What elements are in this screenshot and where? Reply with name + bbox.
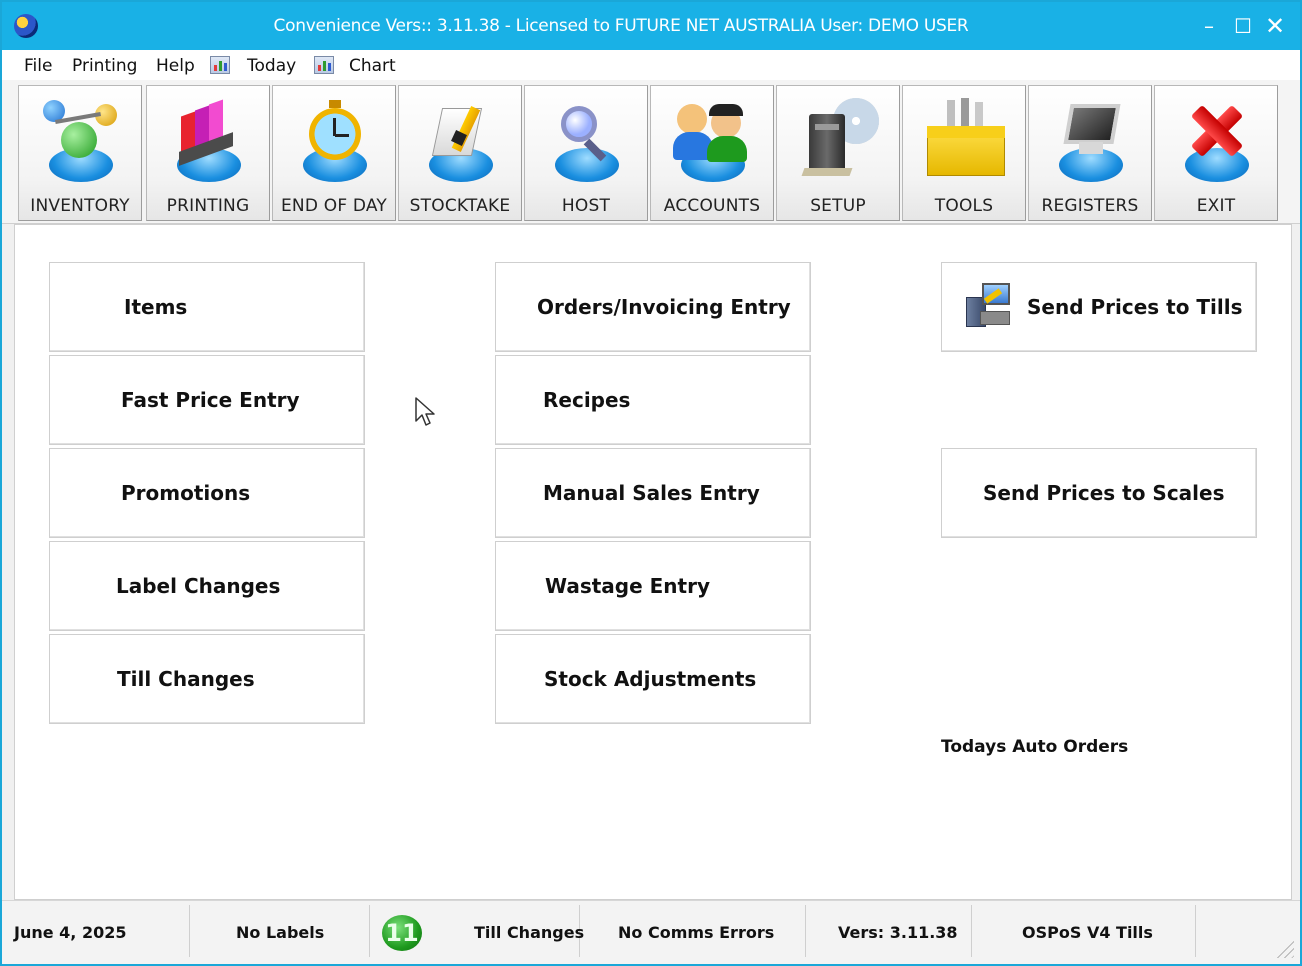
- send-prices-to-tills-button[interactable]: Send Prices to Tills: [941, 262, 1257, 352]
- red-x-icon: [1177, 96, 1257, 184]
- status-comms: No Comms Errors: [580, 905, 806, 957]
- menu-chart[interactable]: Chart: [349, 56, 396, 76]
- minimize-button[interactable]: –: [1194, 10, 1224, 42]
- menu-today[interactable]: Today: [247, 56, 296, 76]
- toolbar-label: TOOLS: [934, 196, 994, 216]
- status-bar: June 4, 2025 No Labels 11 Till Changes N…: [2, 900, 1300, 964]
- toolbar-label: HOST: [561, 196, 611, 216]
- toolbar-label: PRINTING: [166, 196, 250, 216]
- clock-icon: [295, 96, 375, 184]
- maximize-button[interactable]: ☐: [1228, 10, 1258, 42]
- mouse-cursor-icon: [415, 397, 435, 426]
- main-toolbar: INVENTORY PRINTING END OF DAY STOCKTAKE …: [2, 80, 1300, 224]
- promotions-button[interactable]: Promotions: [49, 448, 365, 538]
- menu-help[interactable]: Help: [156, 56, 195, 76]
- toolbar-label: REGISTERS: [1041, 196, 1139, 216]
- fast-price-entry-button[interactable]: Fast Price Entry: [49, 355, 365, 445]
- printer-colors-icon: [169, 96, 249, 184]
- toolbar-label: INVENTORY: [30, 196, 130, 216]
- app-window: Convenience Vers:: 3.11.38 - Licensed to…: [0, 0, 1302, 966]
- toolbox-icon: [925, 96, 1005, 184]
- computer-transfer-icon: [966, 283, 1018, 333]
- main-panel: Items Fast Price Entry Promotions Label …: [14, 224, 1292, 900]
- till-changes-count-badge: 11: [382, 915, 422, 951]
- users-group-icon: [673, 96, 753, 184]
- manual-sales-entry-button[interactable]: Manual Sales Entry: [495, 448, 811, 538]
- toolbar-tools-button[interactable]: TOOLS: [902, 85, 1026, 221]
- magnifier-icon: [547, 96, 627, 184]
- button-label: Stock Adjustments: [544, 667, 757, 691]
- status-date: June 4, 2025: [2, 905, 190, 957]
- button-label: Orders/Invoicing Entry: [537, 295, 791, 319]
- close-button[interactable]: ✕: [1260, 10, 1290, 42]
- status-version: Vers: 3.11.38: [806, 905, 972, 957]
- button-label: Till Changes: [117, 667, 255, 691]
- button-label: Send Prices to Tills: [1027, 295, 1243, 319]
- resize-grip[interactable]: [1272, 936, 1294, 958]
- status-till-changes[interactable]: 11 Till Changes: [370, 905, 584, 957]
- toolbar-label: ACCOUNTS: [663, 196, 761, 216]
- button-label: Promotions: [121, 481, 251, 505]
- chart-icon[interactable]: [210, 56, 230, 74]
- toolbar-inventory-button[interactable]: INVENTORY: [18, 85, 142, 221]
- button-label: Wastage Entry: [545, 574, 711, 598]
- menu-bar: File Printing Help Today Chart: [2, 50, 1300, 80]
- button-label: Manual Sales Entry: [543, 481, 760, 505]
- button-label: Recipes: [543, 388, 631, 412]
- chart-icon[interactable]: [314, 56, 334, 74]
- toolbar-registers-button[interactable]: REGISTERS: [1028, 85, 1152, 221]
- toolbar-setup-button[interactable]: SETUP: [776, 85, 900, 221]
- button-label: Fast Price Entry: [121, 388, 300, 412]
- todays-auto-orders-label: Todays Auto Orders: [941, 737, 1129, 757]
- button-label: Items: [124, 295, 188, 319]
- toolbar-label: STOCKTAKE: [409, 196, 511, 216]
- computer-cd-icon: [799, 96, 879, 184]
- toolbar-exit-button[interactable]: EXIT: [1154, 85, 1278, 221]
- stock-adjustments-button[interactable]: Stock Adjustments: [495, 634, 811, 724]
- send-prices-to-scales-button[interactable]: Send Prices to Scales: [941, 448, 1257, 538]
- toolbar-accounts-button[interactable]: ACCOUNTS: [650, 85, 774, 221]
- toolbar-stocktake-button[interactable]: STOCKTAKE: [398, 85, 522, 221]
- label-changes-button[interactable]: Label Changes: [49, 541, 365, 631]
- toolbar-host-button[interactable]: HOST: [524, 85, 648, 221]
- menu-printing[interactable]: Printing: [72, 56, 137, 76]
- molecule-icon: [41, 96, 121, 184]
- notepad-pencil-icon: [421, 96, 501, 184]
- title-bar[interactable]: Convenience Vers:: 3.11.38 - Licensed to…: [2, 2, 1300, 50]
- monitor-icon: [1051, 96, 1131, 184]
- till-changes-button[interactable]: Till Changes: [49, 634, 365, 724]
- status-labels: No Labels: [190, 905, 370, 957]
- toolbar-end-of-day-button[interactable]: END OF DAY: [272, 85, 396, 221]
- orders-invoicing-entry-button[interactable]: Orders/Invoicing Entry: [495, 262, 811, 352]
- items-button[interactable]: Items: [49, 262, 365, 352]
- toolbar-label: EXIT: [1196, 196, 1236, 216]
- toolbar-printing-button[interactable]: PRINTING: [146, 85, 270, 221]
- window-title: Convenience Vers:: 3.11.38 - Licensed to…: [273, 16, 969, 36]
- toolbar-label: SETUP: [810, 196, 866, 216]
- status-tills: OSPoS V4 Tills: [972, 905, 1196, 957]
- button-label: Send Prices to Scales: [983, 481, 1225, 505]
- toolbar-label: END OF DAY: [280, 196, 387, 216]
- wastage-entry-button[interactable]: Wastage Entry: [495, 541, 811, 631]
- recipes-button[interactable]: Recipes: [495, 355, 811, 445]
- button-label: Label Changes: [116, 574, 281, 598]
- menu-file[interactable]: File: [24, 56, 52, 76]
